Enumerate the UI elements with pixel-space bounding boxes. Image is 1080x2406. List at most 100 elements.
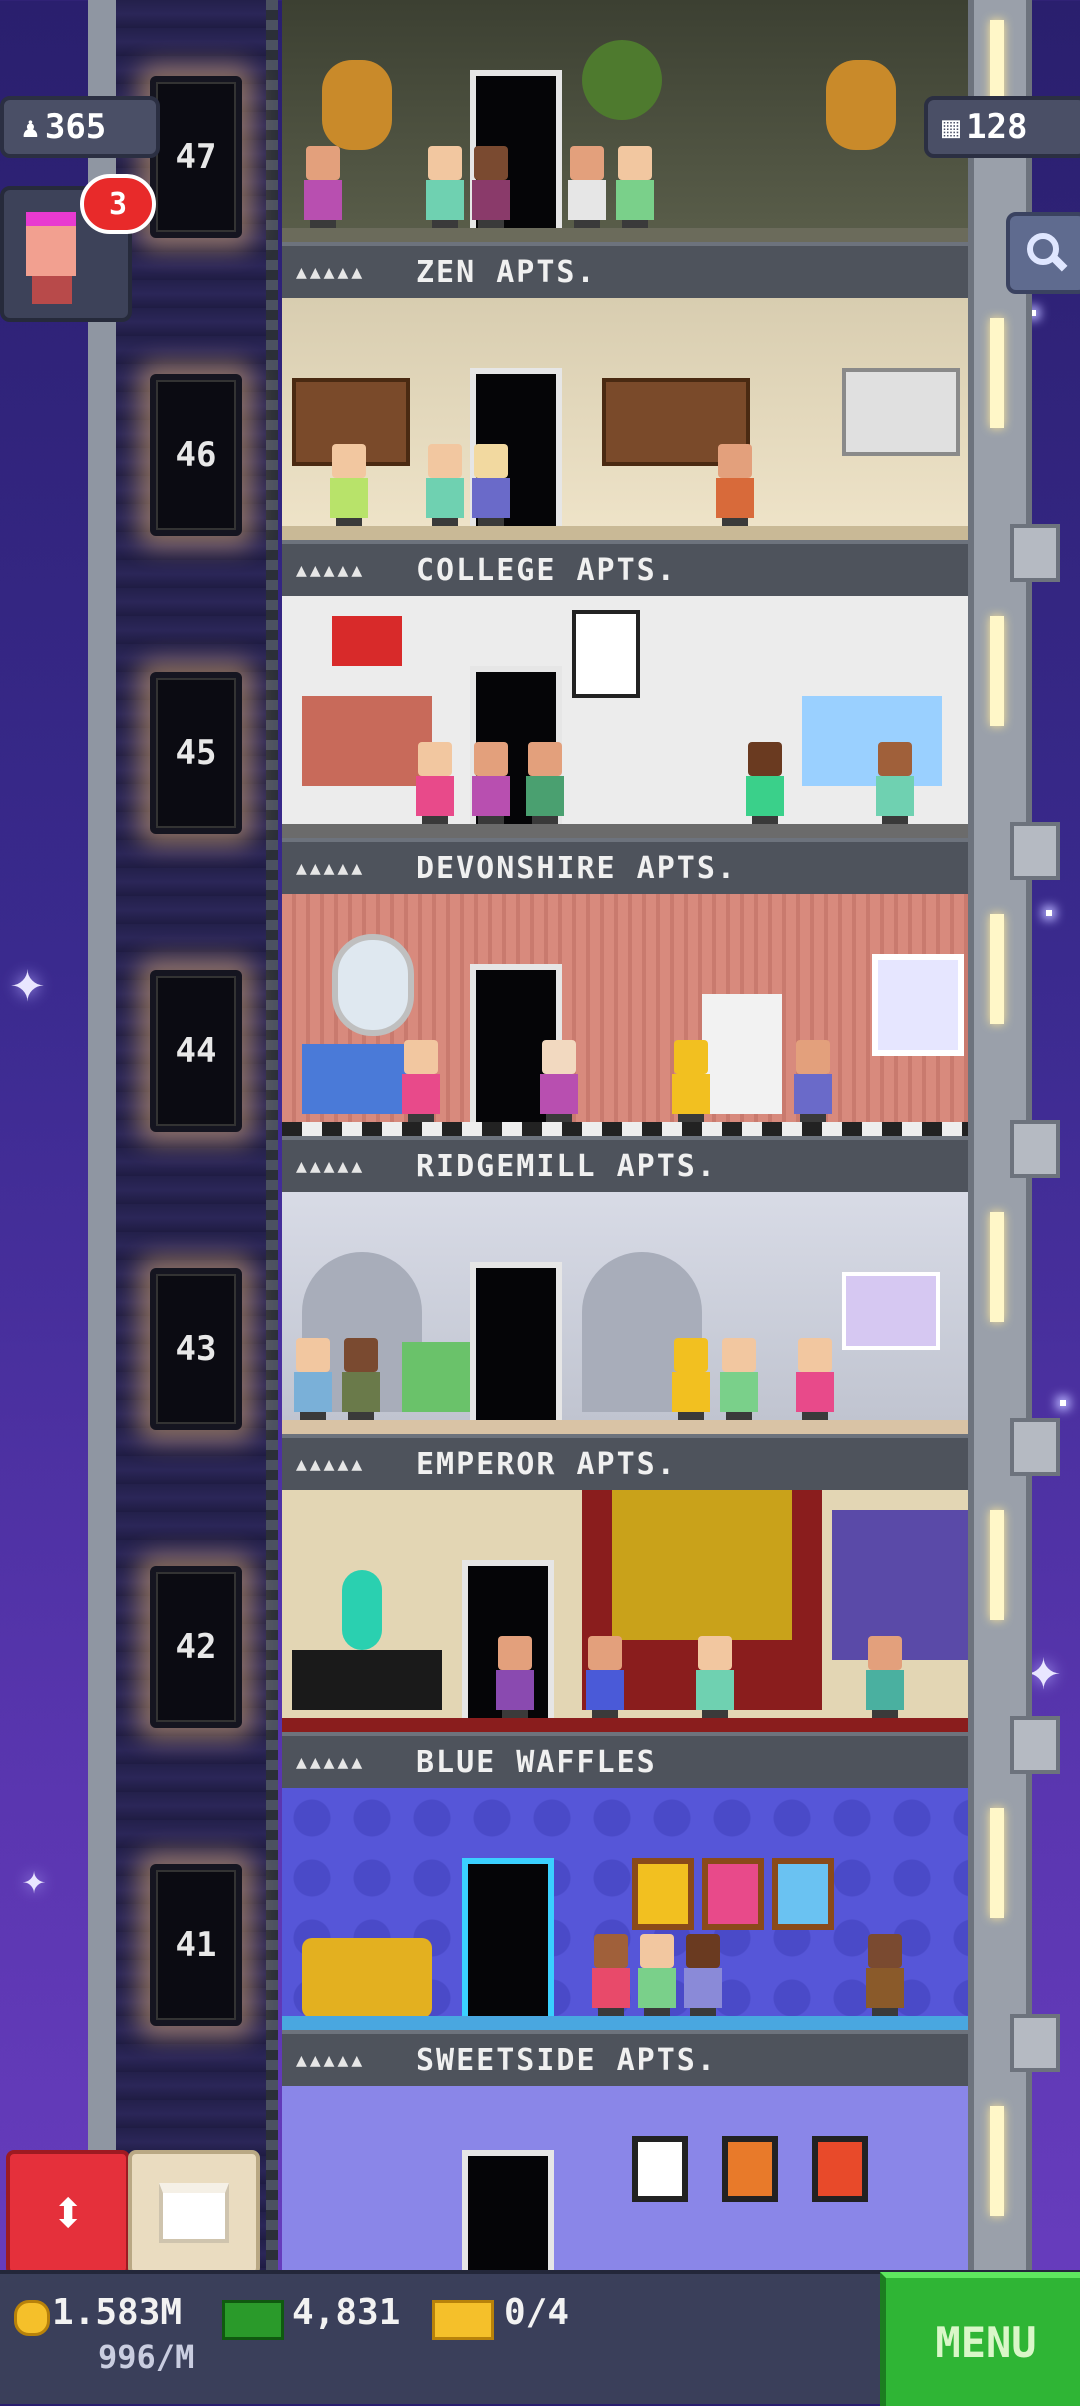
floor-40[interactable] — [282, 2086, 968, 2270]
ticket-icon — [432, 2300, 494, 2340]
resident[interactable] — [668, 1040, 714, 1130]
menu-label: MENU — [935, 2317, 1037, 2367]
resident[interactable] — [588, 1934, 634, 2024]
window-light — [990, 2106, 1004, 2216]
floor-47[interactable]: ▲▲▲▲▲ ZEN APTS. — [282, 0, 968, 298]
population-counter[interactable]: ♟ 365 — [0, 96, 160, 158]
resident[interactable] — [564, 146, 610, 236]
room-door[interactable] — [462, 1858, 554, 2024]
resident[interactable] — [536, 1040, 582, 1130]
poster-decor — [572, 610, 640, 698]
window-light — [990, 1808, 1004, 1918]
floor-rating: ▲▲▲▲▲ — [296, 1453, 366, 1475]
floor-name: COLLEGE APTS. — [416, 552, 677, 588]
resident[interactable] — [468, 742, 514, 832]
elevator-stop-45[interactable]: 45 — [150, 672, 242, 834]
up-down-arrows-icon: ⬍ — [49, 2178, 87, 2248]
picture-frame — [812, 2136, 868, 2202]
floor-rating: ▲▲▲▲▲ — [296, 857, 366, 879]
picture-frame — [632, 1858, 694, 1930]
floor-rating: ▲▲▲▲▲ — [296, 2049, 366, 2071]
resident[interactable] — [712, 444, 758, 534]
room-door[interactable] — [470, 1262, 562, 1428]
building-icon: ▦ — [942, 109, 961, 145]
floor-46[interactable]: ▲▲▲▲▲ COLLEGE APTS. — [282, 298, 968, 596]
build-floor-button[interactable] — [128, 2150, 260, 2276]
floor-44[interactable]: ▲▲▲▲▲ RIDGEMILL APTS. — [282, 894, 968, 1192]
window-decor — [842, 1272, 940, 1350]
search-button[interactable] — [1006, 212, 1080, 294]
column-bracket — [1010, 2014, 1060, 2072]
resident[interactable] — [468, 146, 514, 236]
resident[interactable] — [422, 444, 468, 534]
floor-name-banner[interactable]: ▲▲▲▲▲ BLUE WAFFLES — [282, 1732, 968, 1788]
bitizen-avatar — [26, 212, 76, 276]
resident[interactable] — [338, 1338, 384, 1428]
resident[interactable] — [634, 1934, 680, 2024]
buddha-statue — [826, 60, 896, 150]
floor-name-banner[interactable]: ▲▲▲▲▲ SWEETSIDE APTS. — [282, 2030, 968, 2086]
floor-name-banner[interactable]: ▲▲▲▲▲ ZEN APTS. — [282, 242, 968, 298]
floor-name: EMPEROR APTS. — [416, 1446, 677, 1482]
resident[interactable] — [612, 146, 658, 236]
resident[interactable] — [398, 1040, 444, 1130]
elevator-stop-44[interactable]: 44 — [150, 970, 242, 1132]
resident[interactable] — [300, 146, 346, 236]
elevator-floor-number: 45 — [175, 733, 217, 773]
resident[interactable] — [522, 742, 568, 832]
star — [1046, 910, 1052, 916]
resident[interactable] — [790, 1040, 836, 1130]
resident[interactable] — [492, 1636, 538, 1726]
floor-43[interactable]: ▲▲▲▲▲ EMPEROR APTS. — [282, 1192, 968, 1490]
resident[interactable] — [468, 444, 514, 534]
star — [1060, 1400, 1066, 1406]
resident[interactable] — [862, 1934, 908, 2024]
floor-name-banner[interactable]: ▲▲▲▲▲ COLLEGE APTS. — [282, 540, 968, 596]
resident[interactable] — [668, 1338, 714, 1428]
floor-name: RIDGEMILL APTS. — [416, 1148, 717, 1184]
resident[interactable] — [862, 1636, 908, 1726]
resident[interactable] — [742, 742, 788, 832]
resident[interactable] — [680, 1934, 726, 2024]
floor-counter[interactable]: ▦ 128 — [924, 96, 1080, 158]
elevator-button[interactable]: ⬍ — [6, 2150, 130, 2276]
bitizen-avatar-body — [32, 276, 72, 304]
room-door[interactable] — [462, 2150, 554, 2270]
resident[interactable] — [582, 1636, 628, 1726]
resident[interactable] — [792, 1338, 838, 1428]
resident[interactable] — [290, 1338, 336, 1428]
elevator-stop-41[interactable]: 41 — [150, 1864, 242, 2026]
elevator-stop-47[interactable]: 47 — [150, 76, 242, 238]
elevator-stop-42[interactable]: 42 — [150, 1566, 242, 1728]
resident[interactable] — [692, 1636, 738, 1726]
coin-icon — [14, 2300, 50, 2336]
coin-rate: 996/M — [98, 2338, 195, 2376]
kitchen-cabinets — [842, 368, 960, 456]
floor-strip — [282, 1122, 968, 1136]
resident[interactable] — [412, 742, 458, 832]
floor-name: DEVONSHIRE APTS. — [416, 850, 737, 886]
floor-41[interactable]: ▲▲▲▲▲ SWEETSIDE APTS. — [282, 1788, 968, 2086]
elevator-stop-46[interactable]: 46 — [150, 374, 242, 536]
resident[interactable] — [422, 146, 468, 236]
floor-45[interactable]: ▲▲▲▲▲ DEVONSHIRE APTS. — [282, 596, 968, 894]
resident[interactable] — [326, 444, 372, 534]
floor-name-banner[interactable]: ▲▲▲▲▲ EMPEROR APTS. — [282, 1434, 968, 1490]
person-icon: ♟ — [22, 110, 39, 144]
elevator-rail — [266, 0, 278, 2270]
elevator-stop-43[interactable]: 43 — [150, 1268, 242, 1430]
floor-strip — [282, 526, 968, 540]
column-bracket — [1010, 1716, 1060, 1774]
menu-button[interactable]: MENU — [880, 2272, 1080, 2406]
resident[interactable] — [872, 742, 918, 832]
column-bracket — [1010, 822, 1060, 880]
sofa — [302, 1044, 412, 1114]
floor-name-banner[interactable]: ▲▲▲▲▲ DEVONSHIRE APTS. — [282, 838, 968, 894]
buddha-statue — [322, 60, 392, 150]
waffle-wall — [612, 1490, 792, 1640]
floor-42[interactable]: ▲▲▲▲▲ BLUE WAFFLES — [282, 1490, 968, 1788]
floor-name-banner[interactable]: ▲▲▲▲▲ RIDGEMILL APTS. — [282, 1136, 968, 1192]
sofa — [302, 1938, 432, 2018]
resident[interactable] — [716, 1338, 762, 1428]
sparkle-star-icon: ✦ — [22, 1857, 47, 1903]
